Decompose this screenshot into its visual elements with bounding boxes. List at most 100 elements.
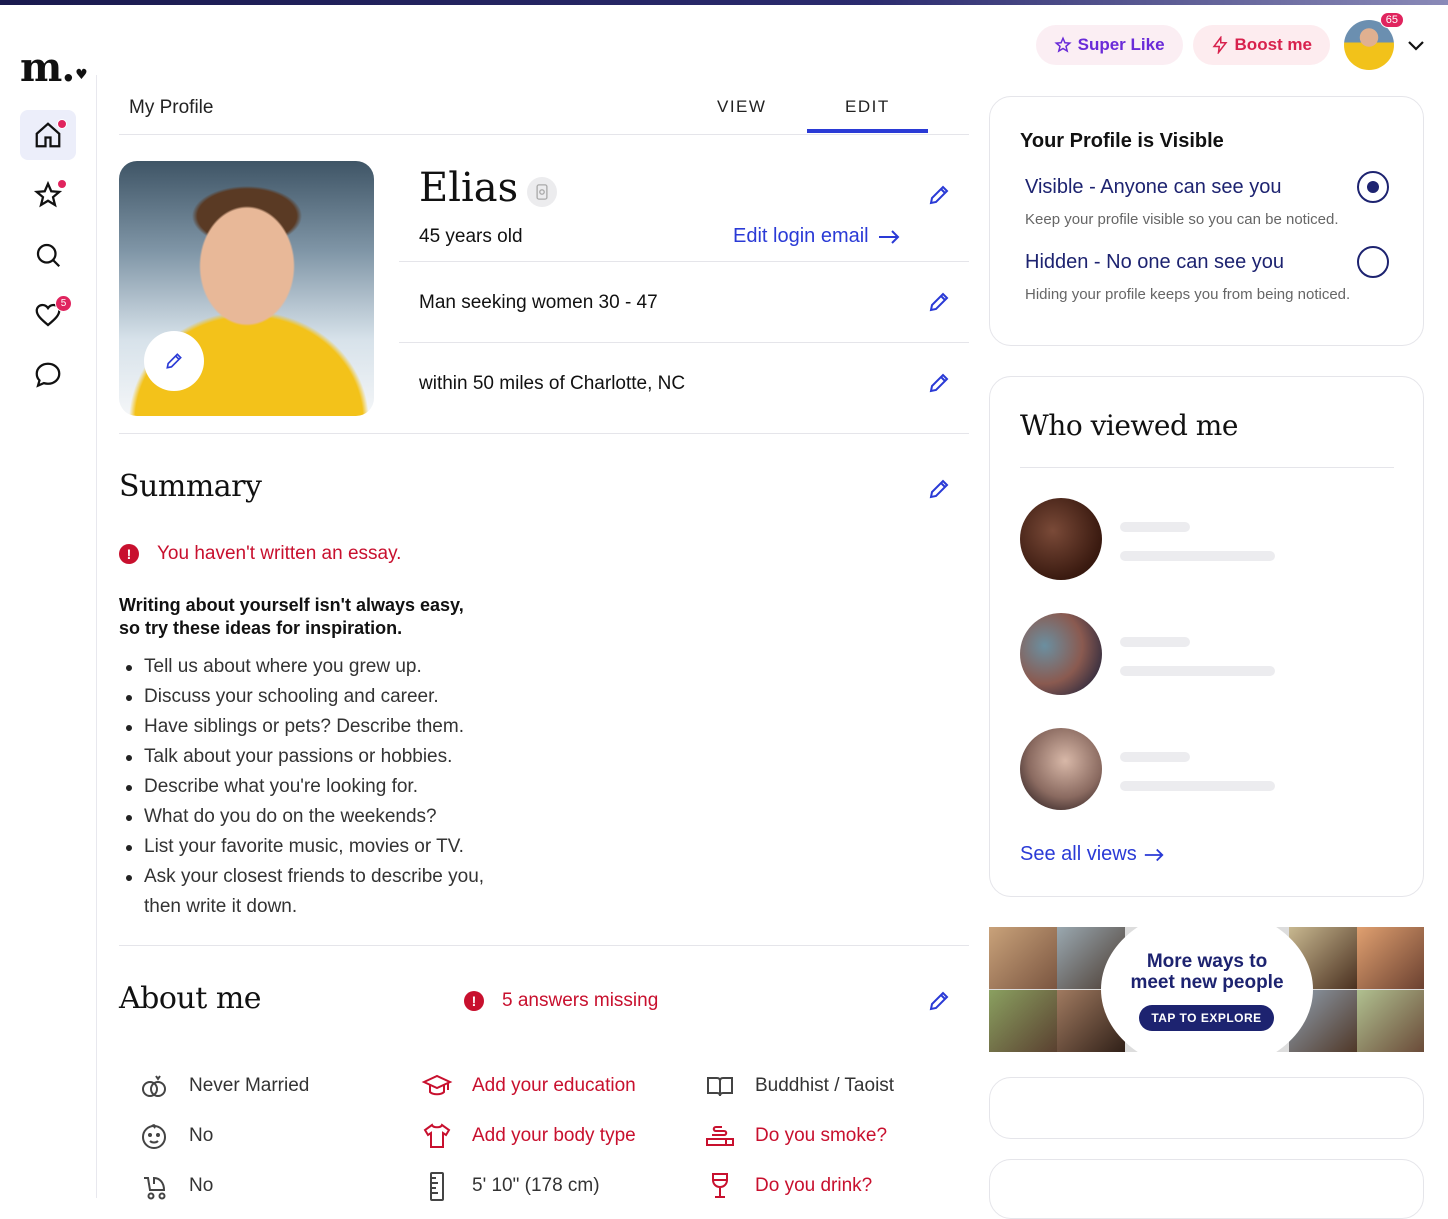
about-religion[interactable]: Buddhist / Taoist (703, 1069, 894, 1103)
edit-login-label: Edit login email (733, 225, 869, 247)
edit-about-pencil-icon[interactable] (927, 989, 951, 1013)
edit-location-pencil-icon[interactable] (927, 371, 951, 395)
active-tab-indicator (807, 129, 928, 133)
location-text: within 50 miles of Charlotte, NC (419, 373, 686, 394)
list-item: Have siblings or pets? Describe them. (126, 712, 524, 742)
banner-line-2: meet new people (1130, 972, 1284, 993)
tap-to-explore-button[interactable]: TAP TO EXPLORE (1139, 1005, 1274, 1031)
nav-favorites[interactable] (20, 170, 76, 220)
divider (119, 433, 969, 434)
about-item-label: Do you smoke? (755, 1125, 888, 1146)
book-icon (703, 1069, 737, 1103)
essay-warning: ! You haven't written an essay. (119, 543, 401, 565)
answers-missing-warning: ! 5 answers missing (464, 990, 658, 1012)
skeleton-line (1120, 752, 1190, 762)
answers-missing-text: 5 answers missing (502, 990, 659, 1011)
visible-option-label[interactable]: Visible - Anyone can see you (1025, 176, 1281, 199)
skeleton-line (1120, 522, 1190, 532)
profile-age: 45 years old (419, 226, 523, 247)
chat-bubble-icon (35, 362, 61, 388)
banner-headline: More ways to meet new people (1117, 951, 1297, 993)
profile-header: My Profile VIEW EDIT (119, 77, 969, 135)
nav-likes[interactable]: 5 (20, 290, 76, 340)
super-like-label: Super Like (1077, 35, 1165, 54)
verify-photo-button[interactable] (527, 177, 557, 207)
photo-edit-button[interactable] (144, 331, 204, 391)
list-item: Tell us about where you grew up. (126, 652, 524, 682)
about-item-label: No (189, 1175, 214, 1196)
about-item-label: 5' 10" (178 cm) (472, 1175, 600, 1196)
star-outline-icon (1053, 36, 1072, 53)
skeleton-line (1120, 666, 1275, 676)
list-item: Ask your closest friends to describe you… (126, 862, 524, 922)
arrow-right-icon (878, 229, 900, 244)
alert-icon: ! (464, 991, 484, 1011)
likes-badge: 5 (55, 295, 72, 312)
divider (399, 342, 969, 343)
who-viewed-card: Who viewed me See all views (989, 376, 1424, 897)
avatar-notification-badge: 65 (1379, 12, 1404, 28)
edit-seeking-pencil-icon[interactable] (927, 290, 951, 314)
explore-banner[interactable]: More ways to meet new people TAP TO EXPL… (989, 927, 1424, 1052)
account-avatar-button[interactable]: 65 (1344, 12, 1404, 70)
divider (119, 945, 969, 946)
about-education[interactable]: Add your education (420, 1069, 636, 1103)
tab-view[interactable]: VIEW (717, 97, 766, 117)
home-notification-dot (57, 119, 67, 129)
nav-messages[interactable] (20, 350, 76, 400)
hidden-option-label[interactable]: Hidden - No one can see you (1025, 251, 1284, 274)
shirt-icon (420, 1119, 454, 1153)
viewer-avatar-blurred[interactable] (1020, 728, 1102, 810)
boost-button[interactable]: Boost me (1192, 25, 1330, 65)
empty-card (989, 1159, 1424, 1219)
banner-photo (1357, 927, 1424, 989)
visible-radio[interactable] (1357, 171, 1389, 203)
hidden-option-desc: Hiding your profile keeps you from being… (1025, 286, 1351, 303)
about-marital-status[interactable]: Never Married (137, 1069, 309, 1103)
about-item-label: Add your education (472, 1075, 636, 1096)
rings-icon (137, 1069, 171, 1103)
list-item: Describe what you're looking for. (126, 772, 524, 802)
smoke-icon (703, 1119, 737, 1153)
pencil-icon (166, 353, 182, 369)
skeleton-line (1120, 637, 1190, 647)
tips-heading: Writing about yourself isn't always easy… (119, 594, 539, 640)
visibility-title: Your Profile is Visible (1020, 130, 1224, 152)
edit-name-pencil-icon[interactable] (927, 183, 951, 207)
top-actions: Super Like Boost me 65 (1035, 12, 1428, 70)
edit-login-email-link[interactable]: Edit login email (733, 225, 901, 248)
about-smoking[interactable]: Do you smoke? (703, 1119, 887, 1153)
tips-list: Tell us about where you grew up. Discuss… (126, 652, 524, 922)
hidden-radio[interactable] (1357, 246, 1389, 278)
chevron-down-icon[interactable] (1404, 33, 1428, 57)
about-kids[interactable]: No (137, 1119, 213, 1153)
edit-summary-pencil-icon[interactable] (927, 477, 951, 501)
viewer-avatar-blurred[interactable] (1020, 498, 1102, 580)
sidebar: 5 (0, 75, 97, 1198)
tab-edit[interactable]: EDIT (845, 97, 890, 117)
about-item-label: No (189, 1125, 214, 1146)
profile-photo[interactable] (119, 161, 374, 416)
viewer-avatar-blurred[interactable] (1020, 613, 1102, 695)
banner-line-1: More ways to (1146, 951, 1268, 972)
banner-photo (989, 990, 1057, 1052)
list-item: Discuss your schooling and career. (126, 682, 524, 712)
page-title: My Profile (129, 97, 214, 118)
banner-photo (1357, 990, 1424, 1052)
nav-home[interactable] (20, 110, 76, 160)
super-like-button[interactable]: Super Like (1035, 25, 1183, 65)
lightning-icon (1212, 36, 1228, 54)
about-item-label: Add your body type (472, 1125, 636, 1146)
graduation-cap-icon (420, 1069, 454, 1103)
profile-name: Elias (419, 165, 519, 211)
visible-option-desc: Keep your profile visible so you can be … (1025, 211, 1339, 228)
nav-search[interactable] (20, 230, 76, 280)
see-all-views-link[interactable]: See all views (1020, 843, 1165, 866)
tips-heading-line-2: so try these ideas for inspiration. (119, 618, 403, 638)
baby-face-icon (137, 1119, 171, 1153)
favorites-notification-dot (57, 179, 67, 189)
who-viewed-title: Who viewed me (1020, 409, 1238, 442)
seeking-text: Man seeking women 30 - 47 (419, 292, 658, 313)
about-body-type[interactable]: Add your body type (420, 1119, 636, 1153)
divider (1020, 467, 1394, 468)
